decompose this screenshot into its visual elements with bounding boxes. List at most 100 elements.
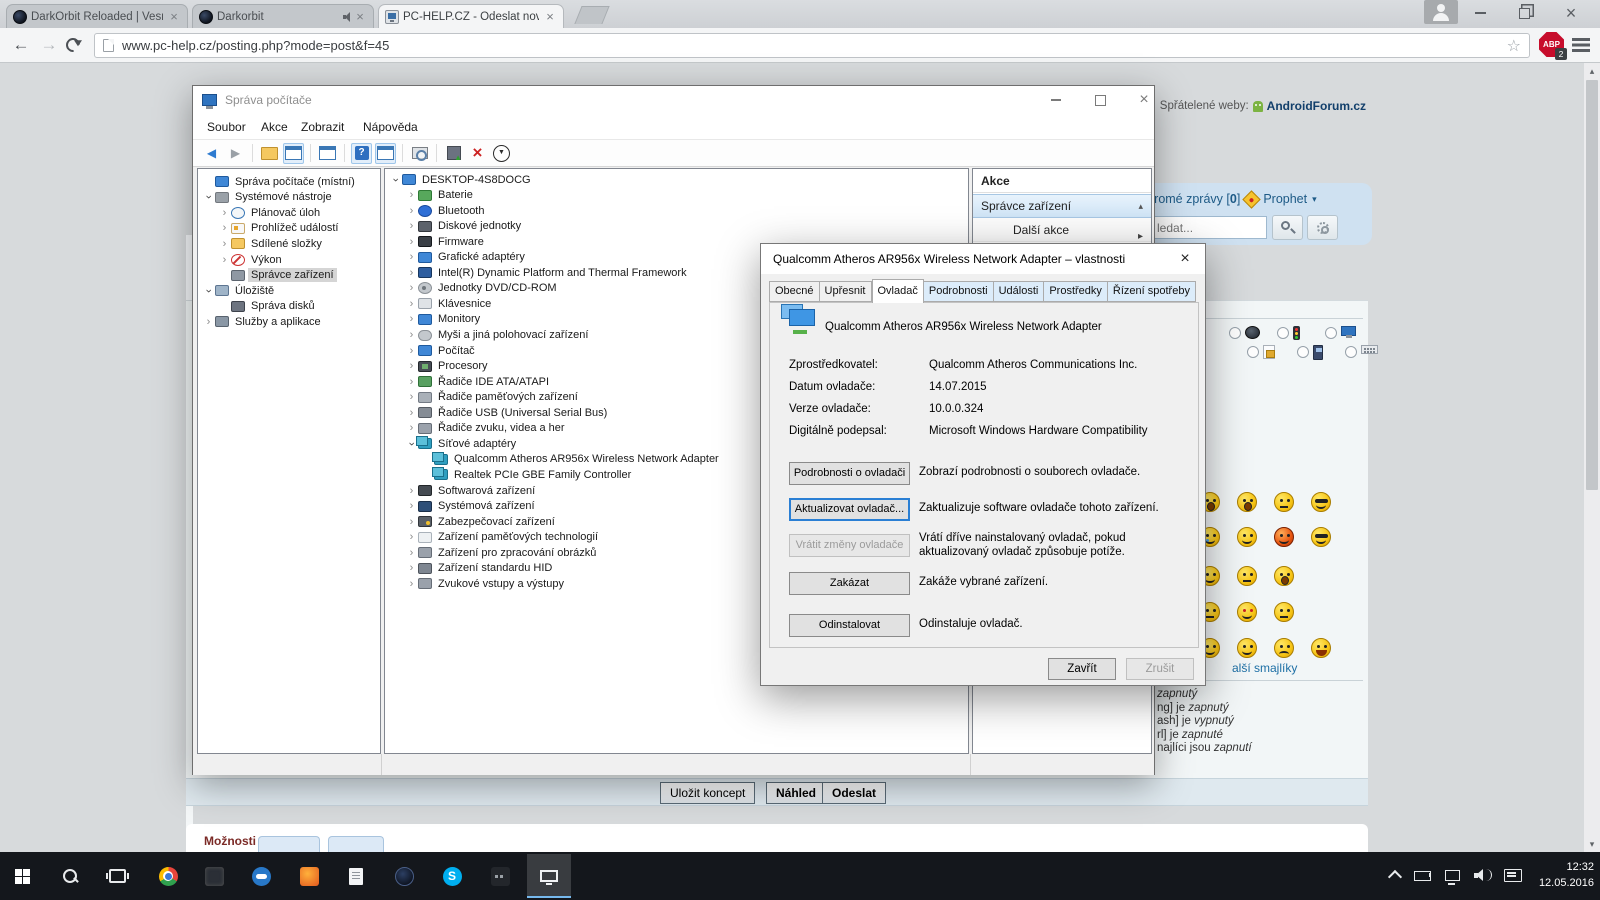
expander-icon[interactable]: [405, 391, 418, 403]
profile-avatar-button[interactable]: [1424, 0, 1458, 24]
tray-volume-icon[interactable]: [1472, 866, 1494, 886]
menu-soubor[interactable]: Soubor: [205, 118, 248, 136]
find-toolbar-icon[interactable]: [409, 143, 430, 164]
expander-icon[interactable]: [405, 376, 418, 388]
tree-item[interactable]: Diskové jednotky: [405, 219, 524, 234]
expander-icon[interactable]: [405, 236, 418, 248]
console-toolbar-icon[interactable]: [375, 143, 396, 164]
scrollbar-thumb[interactable]: [1586, 80, 1598, 490]
more-smilies-link[interactable]: alší smajlíky: [1232, 661, 1297, 675]
taskbar-task-view-button[interactable]: [95, 854, 139, 898]
console-toolbar-icon[interactable]: [283, 143, 304, 164]
down-toolbar-icon[interactable]: [491, 143, 512, 164]
taskbar-skype-button[interactable]: [430, 854, 474, 898]
smiley-shock-icon[interactable]: [1274, 566, 1294, 586]
topic-icon-radio[interactable]: [1345, 346, 1357, 358]
tree-item[interactable]: Grafické adaptéry: [405, 250, 528, 265]
actions-section-device-manager[interactable]: Správce zařízení: [973, 194, 1151, 218]
scroll-up-arrow-icon[interactable]: [1584, 63, 1600, 79]
tab-upresnit[interactable]: Upřesnit: [820, 281, 872, 302]
tray-network-icon[interactable]: [1442, 866, 1464, 886]
ulo-it-koncept-button[interactable]: Uložit koncept: [660, 782, 755, 804]
smiley-happy-icon[interactable]: [1237, 638, 1257, 658]
topic-icon-radio[interactable]: [1277, 327, 1289, 339]
tree-item[interactable]: Počítač: [405, 343, 478, 358]
delete-toolbar-icon[interactable]: [467, 143, 488, 164]
topic-icon-radio[interactable]: [1325, 327, 1337, 339]
tree-item[interactable]: Myši a jiná polohovací zařízení: [405, 328, 591, 343]
expander-icon[interactable]: [405, 360, 418, 372]
menu-akce[interactable]: Akce: [259, 118, 290, 136]
taskbar-document-button[interactable]: [334, 854, 378, 898]
expander-icon[interactable]: [405, 267, 418, 279]
tree-item[interactable]: Firmware: [405, 234, 487, 249]
smiley-neutral-icon[interactable]: [1274, 602, 1294, 622]
back-toolbar-icon[interactable]: [201, 143, 222, 164]
options-tab-label[interactable]: Možnosti: [204, 834, 256, 848]
bookmark-star-icon[interactable]: [1507, 36, 1521, 56]
tree-item[interactable]: Řadiče USB (Universal Serial Bus): [405, 405, 610, 420]
tab-podrobnosti[interactable]: Podrobnosti: [924, 281, 994, 302]
zak-zat-button[interactable]: Zakázat: [789, 572, 910, 595]
smiley-devil-icon[interactable]: [1274, 527, 1294, 547]
page-scrollbar[interactable]: [1584, 63, 1600, 852]
poll-tab[interactable]: [328, 836, 384, 852]
taskbar-device-manager-button[interactable]: [527, 854, 571, 898]
tree-item[interactable]: Síťové adaptéry: [405, 436, 519, 451]
tree-item[interactable]: Správce zařízení: [218, 268, 337, 283]
taskbar-search-button[interactable]: [48, 854, 92, 898]
browser-tab[interactable]: PC-HELP.CZ - Odeslat nov: [378, 4, 564, 28]
tree-item[interactable]: Zařízení paměťových technologií: [405, 530, 601, 545]
window-minimize-button[interactable]: [1458, 0, 1502, 26]
cm-title-bar[interactable]: Správa počítače: [193, 86, 1154, 114]
driver-toolbar-icon[interactable]: [443, 143, 464, 164]
odeslat-button[interactable]: Odeslat: [822, 782, 886, 804]
smiley-laugh-icon[interactable]: [1311, 638, 1331, 658]
smiley-love-icon[interactable]: [1237, 602, 1257, 622]
tab-udalosti[interactable]: Události: [994, 281, 1045, 302]
expander-icon[interactable]: [405, 329, 418, 341]
podrobnosti-o-ovlada-i-button[interactable]: Podrobnosti o ovladači: [789, 462, 910, 485]
cm-restore-button[interactable]: [1080, 86, 1120, 114]
forward-toolbar-icon[interactable]: [225, 143, 246, 164]
tab-close-icon[interactable]: [353, 10, 367, 24]
tree-item[interactable]: Sdílené složky: [218, 236, 325, 251]
tree-item[interactable]: Správa počítače (místní): [202, 174, 358, 189]
cm-close-button[interactable]: [1124, 86, 1164, 114]
taskbar-start-button[interactable]: [0, 854, 44, 898]
browser-tab[interactable]: Darkorbit: [192, 4, 374, 28]
expander-icon[interactable]: [218, 254, 231, 266]
n-hled-button[interactable]: Náhled: [766, 782, 826, 804]
expander-icon[interactable]: [203, 284, 215, 297]
cm-minimize-button[interactable]: [1036, 86, 1076, 114]
tree-item[interactable]: Procesory: [405, 359, 491, 374]
scroll-down-arrow-icon[interactable]: [1584, 836, 1600, 852]
new-tab-button[interactable]: [574, 6, 609, 24]
expander-icon[interactable]: [202, 316, 215, 328]
taskbar-darkorbit-button[interactable]: [382, 854, 426, 898]
tab-close-icon[interactable]: [543, 10, 557, 24]
expander-icon[interactable]: [390, 173, 402, 186]
tree-item[interactable]: Jednotky DVD/CD-ROM: [405, 281, 560, 296]
menu-napoveda[interactable]: Nápověda: [361, 118, 420, 136]
expander-icon[interactable]: [218, 207, 231, 219]
expander-icon[interactable]: [405, 189, 418, 201]
tree-item[interactable]: Systémová zařízení: [405, 499, 538, 514]
tray-message-icon[interactable]: [1502, 866, 1524, 886]
adblock-plus-button[interactable]: ABP 2: [1538, 31, 1565, 58]
tree-item[interactable]: Správa disků: [218, 299, 318, 314]
expander-icon[interactable]: [405, 251, 418, 263]
tree-item[interactable]: Prohlížeč událostí: [218, 221, 341, 236]
tree-item[interactable]: Qualcomm Atheros AR956x Wireless Network…: [421, 452, 722, 467]
taskbar-chrome-button[interactable]: [146, 854, 190, 898]
actions-more-item[interactable]: Další akce: [973, 218, 1151, 242]
tab-obecne[interactable]: Obecné: [769, 281, 820, 302]
tree-item[interactable]: Klávesnice: [405, 296, 494, 311]
smiley-neutral-icon[interactable]: [1274, 492, 1294, 512]
expander-icon[interactable]: [218, 238, 231, 250]
tab-prostredky[interactable]: Prostředky: [1044, 281, 1108, 302]
taskbar-app-blue-button[interactable]: [239, 854, 283, 898]
tab-close-icon[interactable]: [167, 10, 181, 24]
dialog-close-button[interactable]: [1165, 244, 1205, 274]
topic-icon-radio[interactable]: [1297, 346, 1309, 358]
